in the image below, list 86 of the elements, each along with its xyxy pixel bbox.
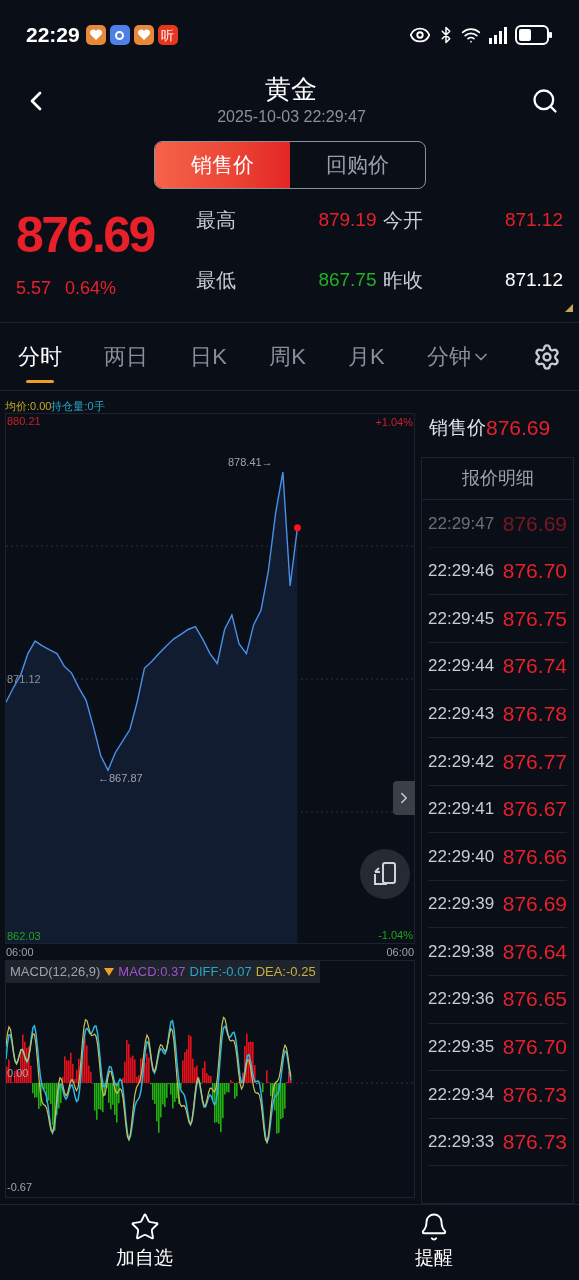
- quote-time: 22:29:46: [428, 560, 495, 583]
- period-tab[interactable]: 分时: [18, 330, 62, 383]
- quote-time: 22:29:41: [428, 798, 495, 821]
- y-axis-label: 880.21: [7, 414, 41, 428]
- stat-label: 最高: [196, 208, 236, 233]
- timestamp: 2025-10-03 22:29:47: [217, 107, 366, 127]
- stat-label: 今开: [382, 208, 423, 233]
- rotate-screen-button[interactable]: [360, 849, 410, 899]
- macd-min-label: -0.67: [7, 1179, 33, 1195]
- price-type-tab[interactable]: 回购价: [289, 142, 425, 188]
- quote-time: 22:29:33: [428, 1131, 495, 1154]
- low-marker: ←867.87: [98, 771, 143, 786]
- quote-time: 22:29:38: [428, 940, 495, 963]
- stat-value: 879.19: [317, 207, 377, 232]
- wifi-icon: [461, 25, 481, 45]
- price-type-tab[interactable]: 销售价: [154, 142, 290, 188]
- app-badge: 听: [157, 25, 178, 45]
- nav-button[interactable]: 提醒: [289, 1205, 579, 1280]
- stat-label: 昨收: [382, 268, 423, 293]
- page-title: 黄金: [265, 73, 318, 105]
- battery-icon: [515, 25, 553, 45]
- quote-time: 22:29:40: [428, 845, 495, 868]
- quote-time: 22:29:35: [428, 1036, 495, 1059]
- quote-price: 876.73: [502, 1129, 567, 1156]
- heart-app-icon: [133, 25, 154, 45]
- quote-price: 876.70: [502, 1034, 567, 1061]
- quote-price: 876.65: [502, 986, 567, 1013]
- price-change: 5.57: [16, 277, 52, 300]
- diff-value: DIFF:-0.07: [189, 963, 252, 982]
- axis-max-percent: +1.04%: [375, 415, 413, 430]
- macd-value: MACD:0.37: [118, 963, 186, 982]
- interval-dropdown[interactable]: 分钟: [426, 330, 491, 383]
- change-percent: 0.64%: [65, 277, 117, 300]
- dea-value: DEA:-0.25: [255, 963, 316, 982]
- rotate-screen-icon: [371, 860, 399, 888]
- y-axis-label: 862.03: [7, 929, 41, 943]
- axis-min-percent: -1.04%: [378, 927, 413, 943]
- stat-value: 871.12: [503, 207, 563, 232]
- nav-button[interactable]: 加自选: [0, 1205, 290, 1280]
- quote-time: 22:29:47: [428, 512, 495, 535]
- stat-value: 871.12: [503, 267, 563, 292]
- signal-icon: [487, 26, 509, 44]
- high-marker: 878.41→: [228, 455, 273, 470]
- quote-price: 876.78: [502, 700, 567, 727]
- expand-button[interactable]: [393, 781, 415, 815]
- quote-price: 876.69: [502, 510, 567, 537]
- quote-price: 876.70: [502, 558, 567, 585]
- quote-price: 876.77: [502, 748, 567, 775]
- macd-zero-label: 0.00: [7, 1066, 29, 1081]
- current-price: 876.69: [16, 206, 156, 265]
- dropdown-triangle-icon[interactable]: [104, 968, 115, 976]
- average-price-label: 均价:0.00: [5, 399, 52, 413]
- quote-price: 876.69: [502, 891, 567, 918]
- quote-price: 876.74: [502, 653, 567, 680]
- period-tab[interactable]: 日K: [190, 330, 227, 383]
- settings-icon[interactable]: [533, 342, 561, 371]
- quote-time: 22:29:44: [428, 655, 495, 678]
- quote-price: 876.73: [502, 1081, 567, 1108]
- quote-price: 876.67: [502, 796, 567, 823]
- time-axis-start: 06:00: [6, 945, 34, 960]
- macd-title: MACD(12,26,9): [10, 963, 101, 982]
- quote-price: 876.66: [502, 843, 567, 870]
- position-label: 持仓量:0手: [51, 399, 105, 413]
- quote-time: 22:29:45: [428, 607, 495, 630]
- panel-header: 报价明细: [422, 458, 573, 500]
- stat-label: 最低: [196, 268, 236, 293]
- quote-time: 22:29:43: [428, 702, 495, 725]
- current-price-dot: [293, 524, 301, 532]
- corner-mark-icon: [565, 304, 573, 312]
- app-icon: [109, 25, 130, 45]
- quote-price: 876.64: [502, 938, 567, 965]
- quote-time: 22:29:39: [428, 893, 495, 916]
- side-price-label: 销售价: [429, 415, 486, 440]
- quote-time: 22:29:42: [428, 750, 495, 773]
- period-tab[interactable]: 月K: [348, 330, 385, 383]
- period-tab[interactable]: 两日: [104, 330, 149, 383]
- search-icon[interactable]: [531, 87, 559, 115]
- quote-time: 22:29:36: [428, 988, 495, 1011]
- time-axis-end: 06:00: [386, 945, 414, 960]
- heart-app-icon: [85, 25, 106, 45]
- quote-time: 22:29:34: [428, 1083, 495, 1106]
- status-time: 22:29: [26, 22, 80, 49]
- period-tab[interactable]: 周K: [269, 330, 306, 383]
- quote-price: 876.75: [502, 605, 567, 632]
- stat-value: 867.75: [317, 267, 377, 292]
- side-price: 876.69: [486, 415, 551, 442]
